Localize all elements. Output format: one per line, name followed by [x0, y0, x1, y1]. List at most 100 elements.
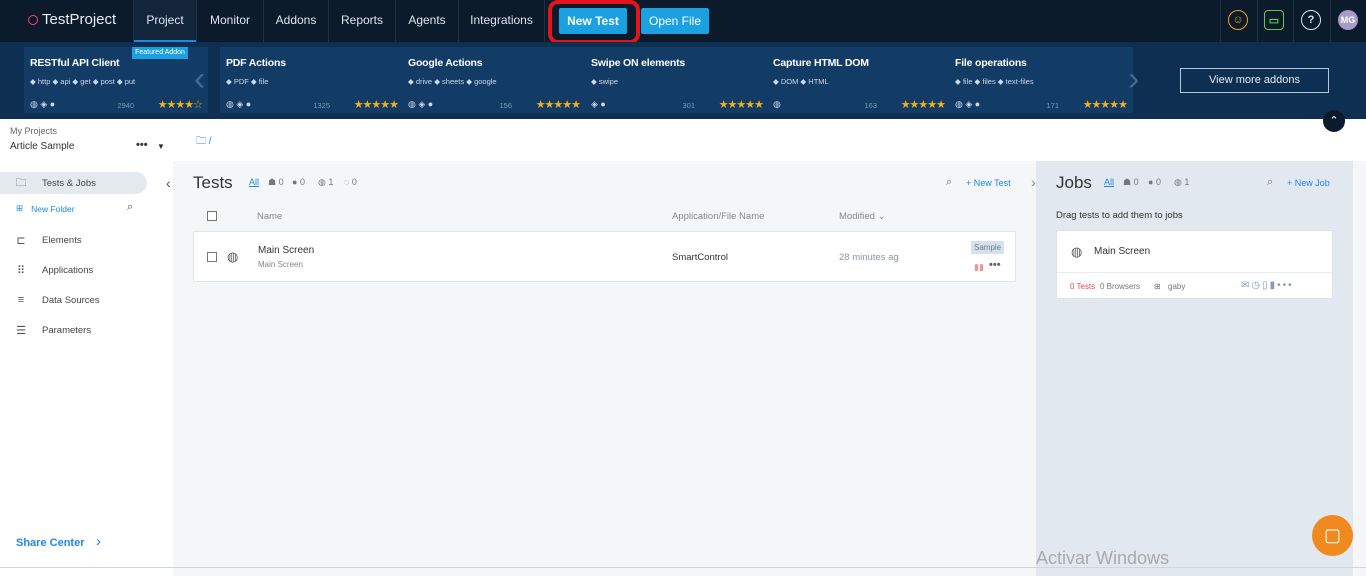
- chevron-right-icon[interactable]: ›: [1031, 174, 1036, 190]
- column-header-name[interactable]: Name: [257, 211, 282, 222]
- platform-icons: ◍ ◈ ●: [30, 99, 56, 109]
- windows-icon: ⊞: [1154, 282, 1161, 291]
- avatar[interactable]: MG: [1338, 10, 1358, 30]
- share-center-link[interactable]: Share Center: [16, 537, 84, 549]
- job-card[interactable]: ◍ Main Screen 0 Tests 0 Browsers ⊞ gaby …: [1056, 230, 1333, 299]
- filter-all[interactable]: All: [1104, 177, 1114, 187]
- chevron-right-icon[interactable]: ›: [1128, 62, 1139, 96]
- sidebar: My Projects Article Sample ••• ▼ 🗀 Tests…: [0, 119, 173, 576]
- test-name[interactable]: Main Screen: [258, 245, 314, 256]
- platform-icons: ◈ ●: [591, 99, 606, 109]
- account-icon[interactable]: ☺: [1228, 10, 1248, 30]
- more-options-icon[interactable]: •••: [136, 139, 148, 151]
- platform-icons: ◍: [773, 99, 781, 109]
- filter-count: 0: [278, 177, 284, 187]
- breadcrumb[interactable]: 🗀 /: [196, 134, 212, 151]
- project-name[interactable]: Article Sample: [10, 141, 74, 152]
- filter-all[interactable]: All: [249, 177, 259, 187]
- addon-title: Google Actions: [408, 57, 483, 69]
- tests-title: Tests: [193, 173, 233, 192]
- filter-android[interactable]: ☗ 0: [1123, 177, 1139, 188]
- windows-watermark: Activar Windows: [1036, 548, 1170, 568]
- search-icon[interactable]: ⌕: [1267, 176, 1273, 189]
- download-count: 171: [1046, 101, 1059, 110]
- sidebar-item-applications[interactable]: ⠿ Applications: [0, 259, 147, 281]
- select-all-checkbox[interactable]: [207, 211, 217, 221]
- chat-icon[interactable]: ▢: [1312, 515, 1353, 556]
- sidebar-item-tests-jobs[interactable]: 🗀 Tests & Jobs: [0, 172, 147, 194]
- mobile-icon[interactable]: ▯: [1262, 280, 1270, 291]
- search-icon[interactable]: ⌕: [127, 201, 133, 214]
- generic-icon: ◌: [344, 177, 350, 187]
- filter-ios[interactable]: ● 0: [292, 177, 305, 187]
- new-folder-button[interactable]: ⊞ New Folder: [16, 203, 75, 214]
- more-options-icon[interactable]: •••: [1277, 280, 1294, 291]
- column-header-app[interactable]: Application/File Name: [672, 211, 764, 222]
- filter-android[interactable]: ☗ 0: [268, 177, 284, 188]
- addon-title: PDF Actions: [226, 57, 286, 69]
- download-count: 1325: [313, 101, 330, 110]
- view-more-addons-button[interactable]: View more addons: [1180, 68, 1329, 93]
- open-file-button[interactable]: Open File: [641, 8, 709, 34]
- sidebar-item-label: Parameters: [42, 324, 92, 336]
- caret-down-icon[interactable]: ▼: [157, 142, 165, 151]
- table-row[interactable]: ◍ Main Screen Main Screen SmartControl 2…: [193, 231, 1016, 282]
- platform-icons: ◍ ◈ ●: [955, 99, 981, 109]
- highlight-box: [548, 0, 640, 44]
- addon-tags: ◆ DOM ◆ HTML: [773, 77, 829, 86]
- sidebar-item-data-sources[interactable]: ≡ Data Sources: [0, 289, 147, 311]
- more-options-icon[interactable]: •••: [989, 259, 1001, 271]
- sidebar-item-parameters[interactable]: ☰ Parameters: [0, 319, 147, 341]
- filter-other[interactable]: ◌ 0: [344, 177, 357, 187]
- column-header-label: Modified: [839, 211, 875, 222]
- addon-card[interactable]: Google Actions ◆ drive ◆ sheets ◆ google…: [402, 47, 586, 113]
- addon-card[interactable]: PDF Actions ◆ PDF ◆ file ◍ ◈ ● 1325 ★★★★…: [220, 47, 404, 113]
- applications-grid-icon: ⠿: [16, 264, 26, 277]
- filter-ios[interactable]: ● 0: [1148, 177, 1161, 187]
- nav-project[interactable]: Project: [133, 0, 197, 42]
- addon-title: RESTful API Client: [30, 57, 120, 69]
- divider: [0, 567, 1366, 568]
- nav-agents[interactable]: Agents: [396, 0, 458, 42]
- addons-bar: RESTful API Client ◆ http ◆ api ◆ get ◆ …: [0, 42, 1366, 119]
- nav-integrations[interactable]: Integrations: [459, 0, 544, 42]
- nav-addons[interactable]: Addons: [264, 0, 328, 42]
- chevron-right-icon[interactable]: ›: [96, 533, 101, 550]
- collapse-addons-icon[interactable]: ⌃: [1323, 110, 1345, 132]
- test-app: SmartControl: [672, 252, 728, 263]
- stats-chart-icon[interactable]: ▮▮: [974, 262, 984, 273]
- nav-divider: [1257, 0, 1258, 42]
- job-name[interactable]: Main Screen: [1094, 246, 1150, 257]
- logo[interactable]: TestProject: [26, 11, 117, 28]
- search-icon[interactable]: ⌕: [946, 176, 952, 189]
- filter-count: 0: [299, 177, 305, 187]
- nav-divider: [1330, 0, 1331, 42]
- help-icon[interactable]: ?: [1301, 10, 1321, 30]
- job-agent: gaby: [1168, 282, 1186, 291]
- email-icon[interactable]: ✉: [1241, 280, 1251, 291]
- rating-stars: ★★★★★: [535, 99, 581, 111]
- new-job-link[interactable]: + New Job: [1287, 178, 1330, 188]
- sidebar-item-elements[interactable]: ⊏ Elements: [0, 229, 147, 251]
- agent-monitor-icon[interactable]: ▭: [1264, 10, 1284, 30]
- new-test-link[interactable]: + New Test: [966, 178, 1011, 188]
- logo-text: TestProject: [42, 11, 117, 28]
- nav-monitor[interactable]: Monitor: [197, 0, 263, 42]
- schedule-icon[interactable]: ◷: [1251, 280, 1262, 291]
- addon-card[interactable]: File operations ◆ file ◆ files ◆ text-fi…: [949, 47, 1133, 113]
- filter-web[interactable]: ◍ 1: [1174, 177, 1189, 188]
- globe-icon: ◍: [227, 249, 239, 264]
- filter-web[interactable]: ◍ 1: [318, 177, 333, 188]
- addon-card[interactable]: Capture HTML DOM ◆ DOM ◆ HTML ◍ 163 ★★★★…: [767, 47, 951, 113]
- filter-count: 0: [1155, 177, 1161, 187]
- addon-card[interactable]: Swipe ON elements ◆ swipe ◈ ● 301 ★★★★★: [585, 47, 769, 113]
- job-actions[interactable]: ✉◷▯▮•••: [1241, 280, 1294, 291]
- column-header-modified[interactable]: Modified ⌄: [839, 211, 886, 222]
- row-checkbox[interactable]: [207, 252, 217, 262]
- collapse-sidebar-icon[interactable]: ‹: [166, 175, 171, 191]
- rating-stars: ★★★★★: [1082, 99, 1128, 111]
- rating-stars: ★★★★★: [718, 99, 764, 111]
- sidebar-item-label: Data Sources: [42, 294, 100, 306]
- chevron-left-icon[interactable]: ‹: [194, 62, 205, 96]
- nav-reports[interactable]: Reports: [329, 0, 395, 42]
